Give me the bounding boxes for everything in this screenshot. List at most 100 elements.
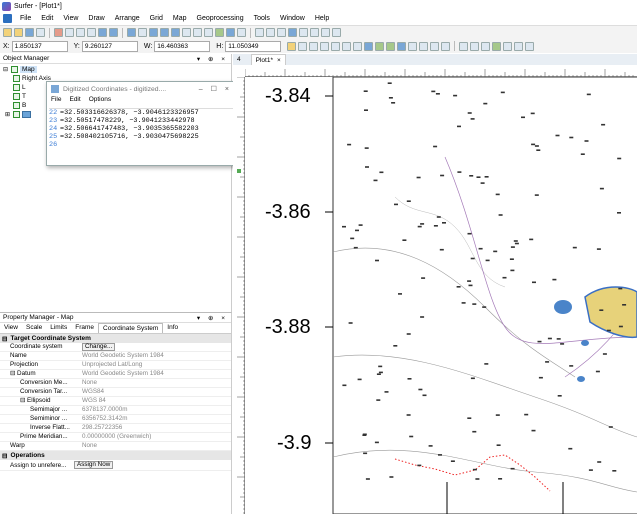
coordinates-text-area[interactable]: 22 =32.503316626378, −3.9046123326957 23 =… <box>49 108 235 156</box>
group-icon[interactable] <box>375 41 385 51</box>
plot-canvas[interactable]: -3.84 -3.86 -3.88 -3.9 <box>245 77 637 514</box>
vector-icon[interactable] <box>514 41 524 51</box>
front-icon[interactable] <box>430 41 440 51</box>
digitized-coordinates-window[interactable]: Digitized Coordinates - digitized.... –☐… <box>46 81 242 166</box>
ellipse-icon[interactable] <box>321 28 330 37</box>
flip-icon[interactable] <box>408 41 418 51</box>
menu-map[interactable]: Map <box>168 15 192 22</box>
menu-view[interactable]: View <box>58 15 83 22</box>
zoom-in-icon[interactable] <box>149 28 158 37</box>
contour-icon[interactable] <box>503 41 513 51</box>
open-icon[interactable] <box>14 28 23 37</box>
polyline-icon[interactable] <box>266 28 275 37</box>
polygon-icon[interactable] <box>277 28 286 37</box>
dialog-menu-file[interactable]: File <box>51 96 61 106</box>
zoom-out-icon[interactable] <box>160 28 169 37</box>
align-center-icon[interactable] <box>309 41 319 51</box>
print-icon[interactable] <box>36 28 45 37</box>
tab-limits[interactable]: Limits <box>46 323 71 333</box>
tab-view[interactable]: View <box>0 323 22 333</box>
assign-now-button[interactable]: Assign Now <box>74 461 114 469</box>
tree-item-map[interactable]: ⊟ Map <box>3 65 231 74</box>
help-icon[interactable] <box>127 28 136 37</box>
align-icon[interactable] <box>298 41 308 51</box>
home-icon[interactable] <box>287 41 297 51</box>
spline-icon[interactable] <box>332 28 341 37</box>
collapse-icon[interactable]: ⊟ <box>10 370 17 377</box>
section-target-coordinate-system[interactable]: ⊟ Target Coordinate System <box>0 334 231 343</box>
arrange-icon[interactable] <box>364 41 374 51</box>
app-menu-icon[interactable] <box>3 14 12 23</box>
tab-frame[interactable]: Frame <box>71 323 98 333</box>
measure-icon[interactable] <box>459 41 469 51</box>
menu-help[interactable]: Help <box>310 15 334 22</box>
new-icon[interactable] <box>3 28 12 37</box>
dialog-titlebar[interactable]: Digitized Coordinates - digitized.... –☐… <box>47 82 241 96</box>
tab-plot1[interactable]: Plot1* × <box>250 54 286 65</box>
align-right-icon[interactable] <box>320 41 330 51</box>
reshape-icon[interactable] <box>237 28 246 37</box>
refresh-icon[interactable] <box>215 28 224 37</box>
y-field[interactable]: 9.260127 <box>81 40 138 52</box>
align-middle-icon[interactable] <box>342 41 352 51</box>
tab-close-icon[interactable]: × <box>277 57 281 64</box>
visibility-checkbox[interactable] <box>13 75 20 82</box>
h-field[interactable]: 11.050349 <box>225 40 282 52</box>
zoom-rect-icon[interactable] <box>171 28 180 37</box>
menu-file[interactable]: File <box>15 15 36 22</box>
save-icon[interactable] <box>25 28 34 37</box>
back-icon[interactable] <box>441 41 451 51</box>
grid-line-icon[interactable] <box>481 41 491 51</box>
menu-draw[interactable]: Draw <box>83 15 109 22</box>
w-field[interactable]: 16.460363 <box>154 40 211 52</box>
order-icon[interactable] <box>419 41 429 51</box>
tab-scale[interactable]: Scale <box>22 323 46 333</box>
rotate-icon[interactable] <box>397 41 407 51</box>
tab-coordinate-system[interactable]: Coordinate System <box>98 323 164 333</box>
collapse-icon[interactable]: ⊟ <box>2 335 7 343</box>
zoom-page-icon[interactable] <box>193 28 202 37</box>
rounded-rect-icon[interactable] <box>310 28 319 37</box>
panel-controls-icon[interactable]: ▾ ⊕ × <box>197 314 228 322</box>
vertical-ruler[interactable] <box>233 76 245 514</box>
undo-icon[interactable] <box>98 28 107 37</box>
digitize-icon[interactable] <box>470 41 480 51</box>
pan-icon[interactable] <box>226 28 235 37</box>
dialog-menu-options[interactable]: Options <box>89 96 111 106</box>
rectangle-icon[interactable] <box>299 28 308 37</box>
menu-arrange[interactable]: Arrange <box>110 15 145 22</box>
copy-icon[interactable] <box>65 28 74 37</box>
menu-geoprocessing[interactable]: Geoprocessing <box>192 15 249 22</box>
zoom-fit-icon[interactable] <box>182 28 191 37</box>
redo-icon[interactable] <box>109 28 118 37</box>
visibility-checkbox[interactable] <box>13 93 20 100</box>
x-field[interactable]: 1.850137 <box>11 40 68 52</box>
change-button[interactable]: Change... <box>82 343 116 351</box>
menu-grid[interactable]: Grid <box>145 15 168 22</box>
text-tool-icon[interactable] <box>255 28 264 37</box>
ruler-marker[interactable] <box>237 169 241 173</box>
align-bottom-icon[interactable] <box>353 41 363 51</box>
align-top-icon[interactable] <box>331 41 341 51</box>
paste-icon[interactable] <box>76 28 85 37</box>
visibility-checkbox[interactable] <box>13 102 20 109</box>
dialog-menu-edit[interactable]: Edit <box>69 96 80 106</box>
ungroup-icon[interactable] <box>386 41 396 51</box>
section-operations[interactable]: ⊟ Operations <box>0 451 231 460</box>
collapse-icon[interactable]: ⊟ <box>3 66 11 73</box>
select-icon[interactable] <box>138 28 147 37</box>
menu-tools[interactable]: Tools <box>249 15 275 22</box>
visibility-checkbox[interactable] <box>13 111 20 118</box>
collapse-icon[interactable]: ⊟ <box>20 397 27 404</box>
horizontal-ruler[interactable] <box>244 65 637 78</box>
visibility-checkbox[interactable] <box>11 66 18 73</box>
panel-controls-icon[interactable]: ▾ ⊕ × <box>197 55 228 63</box>
cut-icon[interactable] <box>54 28 63 37</box>
delete-icon[interactable] <box>87 28 96 37</box>
expand-icon[interactable]: ⊞ <box>5 111 13 118</box>
collapse-icon[interactable]: ⊟ <box>2 452 7 460</box>
zoom-selected-icon[interactable] <box>204 28 213 37</box>
post-icon[interactable] <box>525 41 535 51</box>
point-icon[interactable] <box>288 28 297 37</box>
menu-window[interactable]: Window <box>275 15 310 22</box>
